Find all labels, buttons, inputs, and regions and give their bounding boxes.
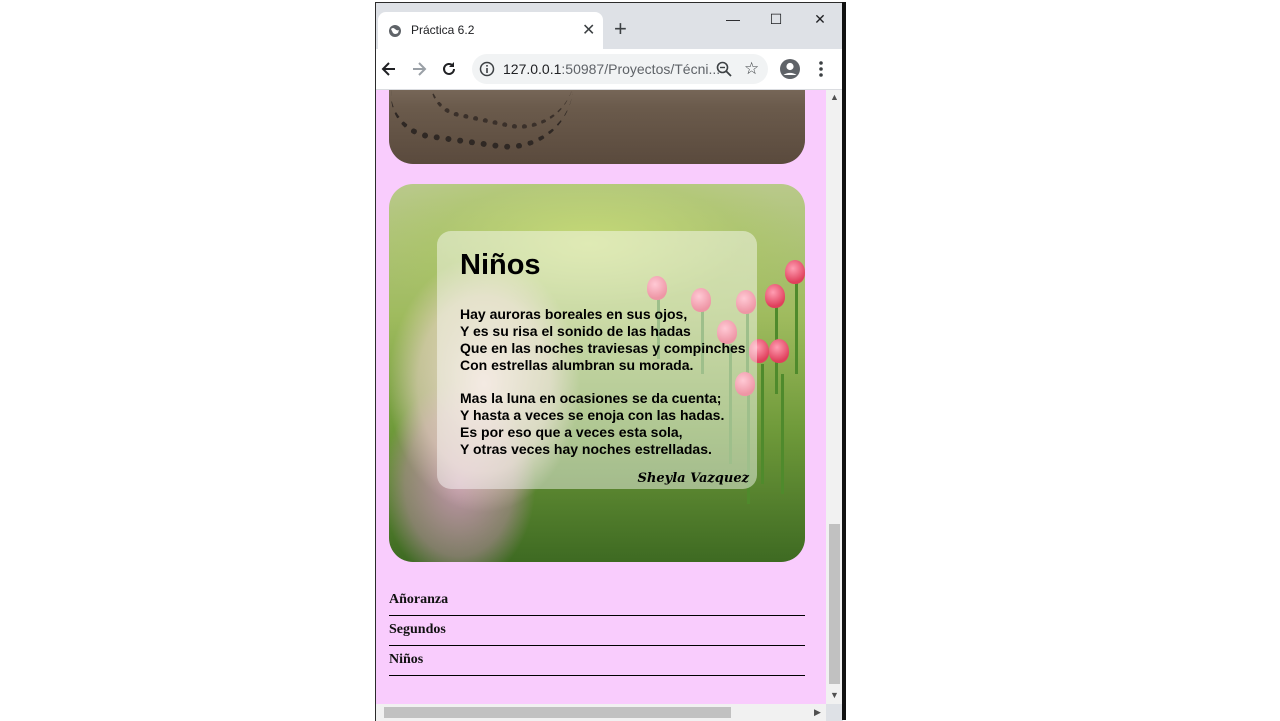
browser-toolbar: 127.0.0.1:50987/Proyectos/Técni... ☆ <box>376 49 843 90</box>
browser-tab[interactable]: Práctica 6.2 ✕ <box>378 12 603 49</box>
vertical-scrollbar[interactable]: ▲ ▼ <box>826 90 843 704</box>
address-bar[interactable]: 127.0.0.1:50987/Proyectos/Técni... ☆ <box>472 54 768 84</box>
forward-button[interactable] <box>408 58 430 80</box>
url-text[interactable]: 127.0.0.1:50987/Proyectos/Técni... <box>503 61 720 77</box>
bookmark-star-icon[interactable]: ☆ <box>744 59 759 79</box>
reload-icon <box>443 62 455 75</box>
poem-stanza-2: Mas la luna en ocasiones se da cuenta; Y… <box>460 390 725 457</box>
menu-button[interactable] <box>810 58 832 80</box>
tulip-flower <box>765 284 785 308</box>
new-tab-button[interactable]: + <box>614 18 627 40</box>
url-path: :50987/Proyectos/Técni... <box>561 61 721 77</box>
scroll-right-icon[interactable]: ▶ <box>814 707 821 718</box>
info-icon[interactable] <box>479 61 495 77</box>
nav-item-anoranza[interactable]: Añoranza <box>389 586 805 616</box>
tulip-flower <box>785 260 805 284</box>
tab-close-icon[interactable]: ✕ <box>582 20 595 40</box>
page-viewport: Niños Hay auroras boreales en sus ojos, … <box>376 90 826 704</box>
window-border <box>842 2 846 720</box>
flower-stem <box>795 274 798 374</box>
poem-card-previous-image <box>389 90 805 164</box>
close-window-button[interactable]: ✕ <box>805 11 835 28</box>
tab-title: Práctica 6.2 <box>411 23 475 37</box>
nav-item-ninos[interactable]: Niños <box>389 646 805 676</box>
vertical-scroll-thumb[interactable] <box>829 524 840 684</box>
poem-nav-list: Añoranza Segundos Niños <box>389 586 805 676</box>
account-icon <box>780 59 800 79</box>
arrow-left-icon <box>381 62 395 76</box>
reload-button[interactable] <box>438 58 460 80</box>
flower-stem <box>781 374 784 494</box>
globe-icon <box>389 25 401 37</box>
scroll-up-icon[interactable]: ▲ <box>830 92 839 102</box>
back-button[interactable] <box>378 58 400 80</box>
horizontal-scroll-thumb[interactable] <box>384 707 731 718</box>
poem-card: Niños Hay auroras boreales en sus ojos, … <box>389 184 805 562</box>
poem-author: Sheyla Vazquez <box>637 471 749 486</box>
tulip-flower <box>769 339 789 363</box>
url-host: 127.0.0.1 <box>503 61 562 77</box>
arrow-right-icon <box>413 62 427 76</box>
scroll-down-icon[interactable]: ▼ <box>830 690 839 700</box>
profile-button[interactable] <box>779 58 801 80</box>
browser-window: Práctica 6.2 ✕ + — ☐ ✕ 127.0.0.1:50987/P… <box>375 2 843 721</box>
poem-panel: Niños Hay auroras boreales en sus ojos, … <box>437 231 757 489</box>
maximize-button[interactable]: ☐ <box>761 11 791 28</box>
more-vert-icon <box>819 61 823 77</box>
flower-stem <box>761 364 764 484</box>
horizontal-scrollbar[interactable]: ▶ <box>376 704 826 721</box>
poem-stanza-1: Hay auroras boreales en sus ojos, Y es s… <box>460 306 746 373</box>
zoom-icon[interactable] <box>715 60 733 78</box>
nav-item-segundos[interactable]: Segundos <box>389 616 805 646</box>
poem-title: Niños <box>460 249 541 281</box>
minimize-button[interactable]: — <box>718 11 748 27</box>
